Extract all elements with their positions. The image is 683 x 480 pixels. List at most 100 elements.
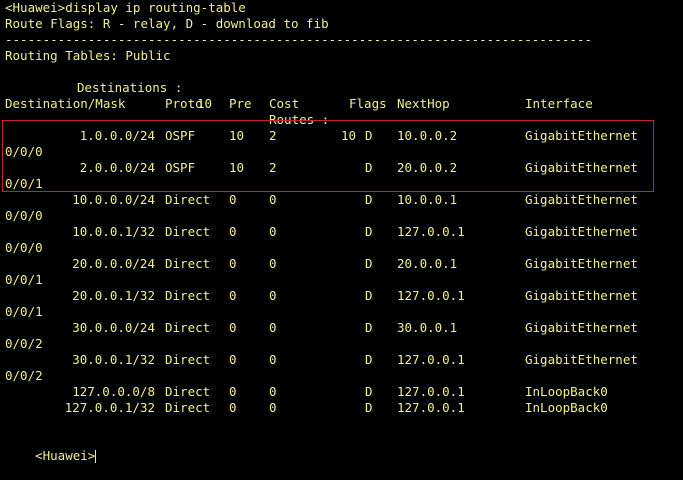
table-row: 30.0.0.1/32 Direct 0 0 D 127.0.0.1 GigabitEthe… <box>5 352 675 368</box>
route-destination: 20.0.0.0/24 <box>72 256 155 271</box>
route-preference: 0 <box>229 256 237 271</box>
route-flags: D <box>365 160 373 175</box>
route-destination: 1.0.0.0/24 <box>79 128 155 143</box>
command-line: <Huawei>display ip routing-table <box>5 0 246 15</box>
separator-line: ----------------------------------------… <box>5 32 592 47</box>
route-cost: 2 <box>269 160 277 175</box>
route-preference: 0 <box>229 384 237 399</box>
route-interface-continuation: 0/0/1 <box>5 176 43 191</box>
route-preference: 0 <box>229 288 237 303</box>
table-row: 30.0.0.0/24 Direct 0 0 D 30.0.0.1 GigabitEther… <box>5 320 675 336</box>
route-preference: 0 <box>229 192 237 207</box>
route-interface: GigabitEthernet <box>525 192 638 207</box>
route-interface: GigabitEthernet <box>525 352 638 367</box>
table-row: 20.0.0.0/24 Direct 0 0 D 20.0.0.1 GigabitEther… <box>5 256 675 272</box>
route-interface-continuation: 0/0/2 <box>5 336 43 351</box>
table-row: 10.0.0.0/24 Direct 0 0 D 10.0.0.1 GigabitEther… <box>5 192 675 208</box>
route-interface: GigabitEthernet <box>525 224 638 239</box>
route-cost: 0 <box>269 352 277 367</box>
route-flags: D <box>365 352 373 367</box>
route-destination: 30.0.0.1/32 <box>72 352 155 367</box>
route-flags: D <box>365 288 373 303</box>
route-nexthop: 127.0.0.1 <box>397 400 465 415</box>
route-proto: OSPF <box>165 160 196 175</box>
route-interface-continuation: 0/0/0 <box>5 208 43 223</box>
route-nexthop: 127.0.0.1 <box>397 224 465 239</box>
table-row: 1.0.0.0/24 OSPF 10 2 D 10.0.0.2 GigabitEtherne… <box>5 128 675 144</box>
routing-tables-title: Routing Tables: Public <box>5 48 171 63</box>
route-nexthop: 10.0.0.1 <box>397 192 458 207</box>
route-cost: 0 <box>269 400 277 415</box>
route-cost: 0 <box>269 256 277 271</box>
route-nexthop: 20.0.0.1 <box>397 256 458 271</box>
route-preference: 0 <box>229 320 237 335</box>
prompt-line[interactable]: <Huawei> <box>5 432 97 463</box>
table-row: 127.0.0.0/8 Direct 0 0 D 127.0.0.1 InLoopBack0 <box>5 384 675 400</box>
destinations-label: Destinations : <box>77 80 183 95</box>
route-nexthop: 127.0.0.1 <box>397 352 465 367</box>
route-nexthop: 10.0.0.2 <box>397 128 458 143</box>
route-interface-continuation: 0/0/1 <box>5 272 43 287</box>
route-nexthop: 20.0.0.2 <box>397 160 458 175</box>
route-flags: D <box>365 192 373 207</box>
route-flags: D <box>365 128 373 143</box>
header-nexthop: NextHop <box>397 96 450 111</box>
header-proto: Proto <box>165 96 203 111</box>
route-cost: 0 <box>269 320 277 335</box>
route-destination: 10.0.0.1/32 <box>72 224 155 239</box>
prompt: <Huawei> <box>35 448 96 463</box>
terminal-window[interactable]: <Huawei>display ip routing-table Route F… <box>0 0 683 463</box>
route-preference: 10 <box>229 128 245 143</box>
summary-line: Destinations : 10 Routes : 10 <box>5 64 655 143</box>
route-cost: 0 <box>269 288 277 303</box>
route-cost: 0 <box>269 224 277 239</box>
header-interface: Interface <box>525 96 593 111</box>
route-interface-continuation: 0/0/1 <box>5 304 43 319</box>
route-flags: D <box>365 384 373 399</box>
route-interface-continuation: 0/0/2 <box>5 368 43 383</box>
route-interface: InLoopBack0 <box>525 384 608 399</box>
route-interface: GigabitEthernet <box>525 288 638 303</box>
route-preference: 0 <box>229 400 237 415</box>
route-preference: 0 <box>229 224 237 239</box>
route-flags: D <box>365 256 373 271</box>
table-row: 127.0.0.1/32 Direct 0 0 D 127.0.0.1 InLoopBack… <box>5 400 675 416</box>
route-destination: 127.0.0.0/8 <box>72 384 155 399</box>
route-nexthop: 30.0.0.1 <box>397 320 458 335</box>
route-interface-continuation: 0/0/0 <box>5 144 43 159</box>
route-nexthop: 127.0.0.1 <box>397 288 465 303</box>
route-interface: InLoopBack0 <box>525 400 608 415</box>
route-interface: GigabitEthernet <box>525 256 638 271</box>
table-header: Destination/Mask Proto Pre Cost Flags Ne… <box>5 96 675 112</box>
route-nexthop: 127.0.0.1 <box>397 384 465 399</box>
route-preference: 0 <box>229 352 237 367</box>
route-proto: Direct <box>165 352 211 367</box>
route-proto: Direct <box>165 400 211 415</box>
route-flags: D <box>365 224 373 239</box>
route-destination: 20.0.0.1/32 <box>72 288 155 303</box>
route-cost: 0 <box>269 192 277 207</box>
table-row: 2.0.0.0/24 OSPF 10 2 D 20.0.0.2 GigabitEtherne… <box>5 160 675 176</box>
route-preference: 10 <box>229 160 245 175</box>
table-row: 20.0.0.1/32 Direct 0 0 D 127.0.0.1 GigabitEthe… <box>5 288 675 304</box>
route-cost: 0 <box>269 384 277 399</box>
header-pre: Pre <box>229 96 252 111</box>
route-proto: OSPF <box>165 128 196 143</box>
table-row: 10.0.0.1/32 Direct 0 0 D 127.0.0.1 GigabitEthe… <box>5 224 675 240</box>
route-interface-continuation: 0/0/0 <box>5 240 43 255</box>
route-proto: Direct <box>165 320 211 335</box>
route-destination: 127.0.0.1/32 <box>64 400 155 415</box>
route-proto: Direct <box>165 192 211 207</box>
route-flags-line: Route Flags: R - relay, D - download to … <box>5 16 329 31</box>
route-cost: 2 <box>269 128 277 143</box>
route-interface: GigabitEthernet <box>525 160 638 175</box>
route-interface: GigabitEthernet <box>525 128 638 143</box>
route-interface: GigabitEthernet <box>525 320 638 335</box>
route-proto: Direct <box>165 256 211 271</box>
route-flags: D <box>365 320 373 335</box>
header-destination: Destination/Mask <box>5 96 126 111</box>
route-proto: Direct <box>165 288 211 303</box>
route-destination: 30.0.0.0/24 <box>72 320 155 335</box>
route-destination: 2.0.0.0/24 <box>79 160 155 175</box>
route-flags: D <box>365 400 373 415</box>
